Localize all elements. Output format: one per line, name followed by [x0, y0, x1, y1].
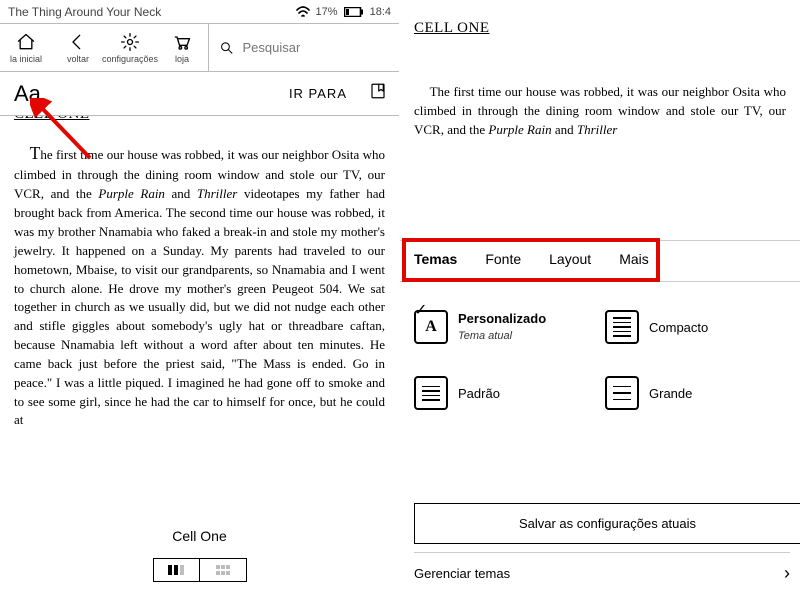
home-icon [16, 32, 36, 52]
theme-option-default[interactable]: Padrão [414, 376, 595, 410]
store-label: loja [175, 54, 189, 64]
gear-icon [120, 32, 140, 52]
body-text-segment: and [165, 186, 197, 201]
theme-label: Compacto [649, 320, 708, 335]
book-title: The Thing Around Your Neck [8, 5, 296, 19]
tab-themes[interactable]: Temas [414, 251, 457, 273]
back-arrow-icon [68, 32, 88, 52]
display-settings-button[interactable]: Aa [0, 81, 55, 107]
theme-option-custom[interactable]: ✓ A Personalizado Tema atual [414, 310, 595, 344]
page-text: The first time our house was robbed, it … [400, 37, 800, 140]
body-text-segment: videotapes my father had brought back fr… [14, 186, 385, 427]
body-text-segment: and [552, 122, 577, 137]
grid-view-icon [215, 564, 231, 576]
theme-label: Padrão [458, 386, 500, 401]
theme-custom-icon: ✓ A [414, 310, 448, 344]
home-label: la inicial [10, 54, 42, 64]
manage-themes-button[interactable]: Gerenciar temas › [414, 552, 790, 590]
goto-button[interactable]: IR PARA [279, 86, 357, 101]
page-view-icon [166, 564, 186, 576]
save-settings-button[interactable]: Salvar as configurações atuais [414, 503, 800, 544]
theme-compact-icon [605, 310, 639, 344]
search-input[interactable] [243, 40, 389, 55]
theme-option-large[interactable]: Grande [605, 376, 786, 410]
battery-icon [344, 7, 364, 17]
settings-button[interactable]: configurações [104, 24, 156, 71]
body-text-italic: Purple Rain [488, 122, 551, 137]
tab-font[interactable]: Fonte [485, 251, 521, 273]
back-label: voltar [67, 54, 89, 64]
clock: 18:4 [370, 6, 391, 18]
home-button[interactable]: la inicial [0, 24, 52, 71]
theme-option-compact[interactable]: Compacto [605, 310, 786, 344]
footer-chapter-name: Cell One [0, 528, 399, 544]
settings-tabbar: Temas Fonte Layout Mais [400, 240, 800, 282]
page-text: The first time our house was robbed, it … [0, 123, 399, 430]
theme-sublabel: Tema atual [458, 330, 512, 342]
theme-label: Grande [649, 386, 692, 401]
theme-label: Personalizado [458, 311, 546, 326]
tab-active-indicator [414, 279, 458, 282]
chevron-right-icon: › [784, 563, 790, 584]
chapter-heading: CELL ONE [0, 116, 399, 123]
tab-more[interactable]: Mais [619, 251, 649, 273]
settings-label: configurações [102, 54, 158, 64]
manage-themes-label: Gerenciar temas [414, 566, 510, 581]
search-icon [219, 39, 235, 57]
view-mode-grid[interactable] [200, 559, 246, 581]
reading-bar: Aa IR PARA [0, 72, 399, 116]
chapter-heading: CELL ONE [400, 0, 800, 37]
body-text-italic: Thriller [197, 186, 237, 201]
status-bar: The Thing Around Your Neck 17% 18:4 [0, 0, 399, 24]
view-mode-page[interactable] [154, 559, 200, 581]
search-field[interactable] [208, 24, 399, 71]
view-mode-toggle[interactable] [153, 558, 247, 582]
back-button[interactable]: voltar [52, 24, 104, 71]
body-text-italic: Thriller [577, 122, 617, 137]
bookmark-button[interactable] [357, 81, 399, 106]
main-toolbar: la inicial voltar configurações loja [0, 24, 399, 72]
battery-percent: 17% [316, 6, 338, 18]
theme-large-icon [605, 376, 639, 410]
themes-grid: ✓ A Personalizado Tema atual Compacto Pa… [400, 300, 800, 420]
cart-icon [172, 32, 192, 52]
store-button[interactable]: loja [156, 24, 208, 71]
check-icon: ✓ [414, 300, 427, 320]
tab-layout[interactable]: Layout [549, 251, 591, 273]
wifi-icon [296, 6, 310, 18]
body-text-italic: Purple Rain [98, 186, 165, 201]
theme-default-icon [414, 376, 448, 410]
bookmark-icon [369, 81, 387, 101]
